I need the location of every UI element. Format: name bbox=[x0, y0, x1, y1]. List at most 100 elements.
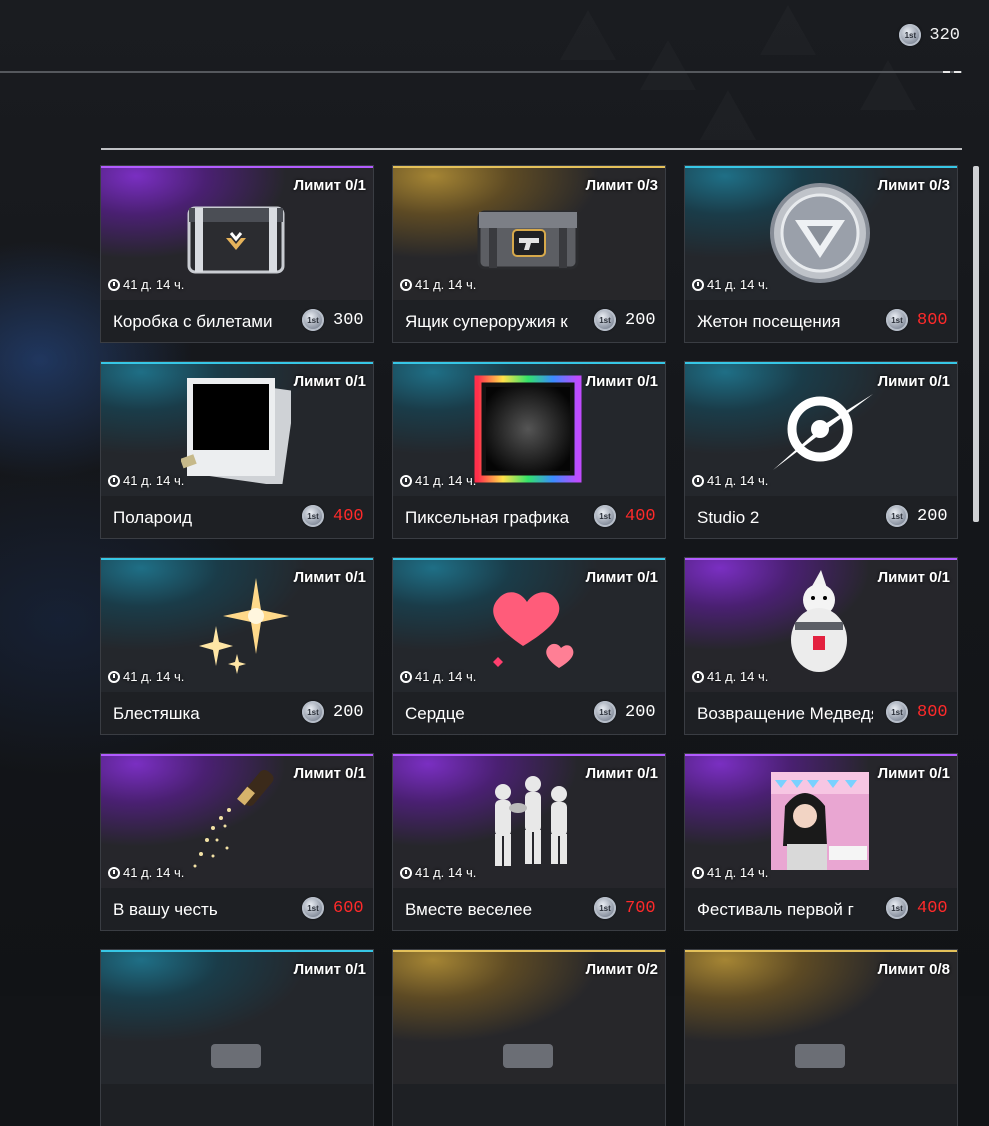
item-price: 1st 300 bbox=[302, 309, 364, 331]
clock-icon bbox=[400, 474, 412, 487]
time-remaining: 41 д. 14 ч. bbox=[692, 277, 768, 292]
festival-portrait-icon bbox=[765, 766, 875, 876]
scrollbar[interactable] bbox=[973, 166, 979, 522]
shop-item-card[interactable]: Лимит 0/1 41 д. 14 ч. Studio 2 1st 200 bbox=[685, 362, 957, 538]
time-remaining: 41 д. 14 ч. bbox=[692, 669, 768, 684]
rarity-edge bbox=[685, 166, 957, 168]
purchase-limit: Лимит 0/1 bbox=[293, 373, 366, 390]
timer-text: 41 д. 14 ч. bbox=[707, 473, 769, 488]
coin-icon: 1st bbox=[302, 701, 324, 723]
rarity-edge bbox=[101, 754, 373, 756]
heart-icon bbox=[473, 570, 583, 680]
item-price: 1st 200 bbox=[594, 701, 656, 723]
item-name: Вместе веселее bbox=[405, 900, 533, 919]
item-price: 1st 800 bbox=[886, 701, 948, 723]
purchase-limit: Лимит 0/1 bbox=[293, 961, 366, 978]
clock-icon bbox=[692, 278, 704, 291]
header-dash bbox=[954, 71, 961, 73]
item-icon bbox=[765, 962, 875, 1072]
purchase-limit: Лимит 0/3 bbox=[585, 177, 658, 194]
purchase-limit: Лимит 0/1 bbox=[293, 569, 366, 586]
time-remaining: 41 д. 14 ч. bbox=[400, 277, 476, 292]
rarity-edge bbox=[685, 754, 957, 756]
item-price: 1st 400 bbox=[594, 505, 656, 527]
item-icon bbox=[473, 962, 583, 1072]
timer-text: 41 д. 14 ч. bbox=[123, 277, 185, 292]
polaroid-icon bbox=[180, 374, 296, 487]
group-dance-icon bbox=[473, 766, 583, 876]
item-footer bbox=[393, 1084, 665, 1126]
timer-text: 41 д. 14 ч. bbox=[415, 277, 477, 292]
item-name: Сердце bbox=[405, 704, 465, 723]
weapon-crate-icon bbox=[473, 178, 583, 288]
shop-item-card[interactable]: Лимит 0/1 41 д. 14 ч. Полароид 1st 400 bbox=[101, 362, 373, 538]
rarity-edge bbox=[685, 558, 957, 560]
shop-item-card[interactable]: Лимит 0/1 41 д. 14 ч. Пиксельная графика 1s… bbox=[393, 362, 665, 538]
rarity-edge bbox=[685, 950, 957, 952]
item-name: Возвращение Медведя bbox=[697, 704, 873, 723]
shop-item-card[interactable]: Лимит 0/8 bbox=[685, 950, 957, 1126]
clock-icon bbox=[108, 278, 120, 291]
coin-icon: 1st bbox=[886, 897, 908, 919]
shop-item-card[interactable]: Лимит 0/3 41 д. 14 ч. Ящик супероружия к 1s… bbox=[393, 166, 665, 342]
rarity-edge bbox=[393, 558, 665, 560]
coin-icon: 1st bbox=[886, 309, 908, 331]
price-value: 200 bbox=[625, 310, 656, 330]
shop-item-card[interactable]: Лимит 0/1 41 д. 14 ч. Фестиваль первой г 1s… bbox=[685, 754, 957, 930]
item-name: Фестиваль первой г bbox=[697, 900, 854, 919]
shop-item-card[interactable]: Лимит 0/1 41 д. 14 ч. Блестяшка 1st 200 bbox=[101, 558, 373, 734]
shop-item-card[interactable]: Лимит 0/1 41 д. 14 ч. Возвращение Медведя 1… bbox=[685, 558, 957, 734]
shop-item-card[interactable]: Лимит 0/1 41 д. 14 ч. Сердце 1st 200 bbox=[393, 558, 665, 734]
price-value: 200 bbox=[625, 702, 656, 722]
item-name: Жетон посещения bbox=[697, 312, 841, 331]
rarity-edge bbox=[393, 754, 665, 756]
purchase-limit: Лимит 0/1 bbox=[585, 765, 658, 782]
shop-item-card[interactable]: Лимит 0/2 bbox=[393, 950, 665, 1126]
time-remaining: 41 д. 14 ч. bbox=[400, 669, 476, 684]
shop-item-card[interactable]: Лимит 0/3 41 д. 14 ч. Жетон посещения 1st 80… bbox=[685, 166, 957, 342]
rarity-edge bbox=[393, 166, 665, 168]
shop-item-card[interactable]: Лимит 0/1 41 д. 14 ч. Вместе веселее 1st 700 bbox=[393, 754, 665, 930]
coin-icon: 1st bbox=[594, 505, 616, 527]
price-value: 800 bbox=[917, 310, 948, 330]
champagne-icon bbox=[181, 766, 291, 876]
price-value: 200 bbox=[917, 506, 948, 526]
purchase-limit: Лимит 0/3 bbox=[877, 177, 950, 194]
rarity-edge bbox=[101, 166, 373, 168]
item-price: 1st 200 bbox=[594, 309, 656, 331]
timer-text: 41 д. 14 ч. bbox=[415, 865, 477, 880]
price-value: 400 bbox=[333, 506, 364, 526]
item-name: Блестяшка bbox=[113, 704, 200, 723]
coin-icon: 1st bbox=[302, 505, 324, 527]
purchase-limit: Лимит 0/8 bbox=[877, 961, 950, 978]
item-name: В вашу честь bbox=[113, 900, 218, 919]
shop-item-card[interactable]: Лимит 0/1 41 д. 14 ч. В вашу честь 1st 600 bbox=[101, 754, 373, 930]
price-value: 400 bbox=[625, 506, 656, 526]
rarity-edge bbox=[101, 950, 373, 952]
price-value: 600 bbox=[333, 898, 364, 918]
header-divider bbox=[0, 71, 962, 73]
time-remaining: 41 д. 14 ч. bbox=[400, 473, 476, 488]
item-footer bbox=[685, 1084, 957, 1126]
purchase-limit: Лимит 0/1 bbox=[293, 177, 366, 194]
item-price: 1st 200 bbox=[302, 701, 364, 723]
time-remaining: 41 д. 14 ч. bbox=[108, 277, 184, 292]
clock-icon bbox=[108, 670, 120, 683]
item-price: 1st 600 bbox=[302, 897, 364, 919]
clock-icon bbox=[692, 474, 704, 487]
header-dash bbox=[943, 71, 950, 73]
purchase-limit: Лимит 0/1 bbox=[877, 765, 950, 782]
time-remaining: 41 д. 14 ч. bbox=[108, 473, 184, 488]
shop-item-card[interactable]: Лимит 0/1 41 д. 14 ч. Коробка с билетами 1s… bbox=[101, 166, 373, 342]
rarity-edge bbox=[101, 558, 373, 560]
time-remaining: 41 д. 14 ч. bbox=[400, 865, 476, 880]
time-remaining: 41 д. 14 ч. bbox=[108, 865, 184, 880]
coin-icon: 1st bbox=[594, 701, 616, 723]
rarity-edge bbox=[393, 950, 665, 952]
item-price: 1st 400 bbox=[302, 505, 364, 527]
item-name: Ящик супероружия к bbox=[405, 312, 568, 331]
time-remaining: 41 д. 14 ч. bbox=[692, 865, 768, 880]
item-name: Studio 2 bbox=[697, 508, 760, 527]
clock-icon bbox=[400, 278, 412, 291]
shop-item-card[interactable]: Лимит 0/1 bbox=[101, 950, 373, 1126]
